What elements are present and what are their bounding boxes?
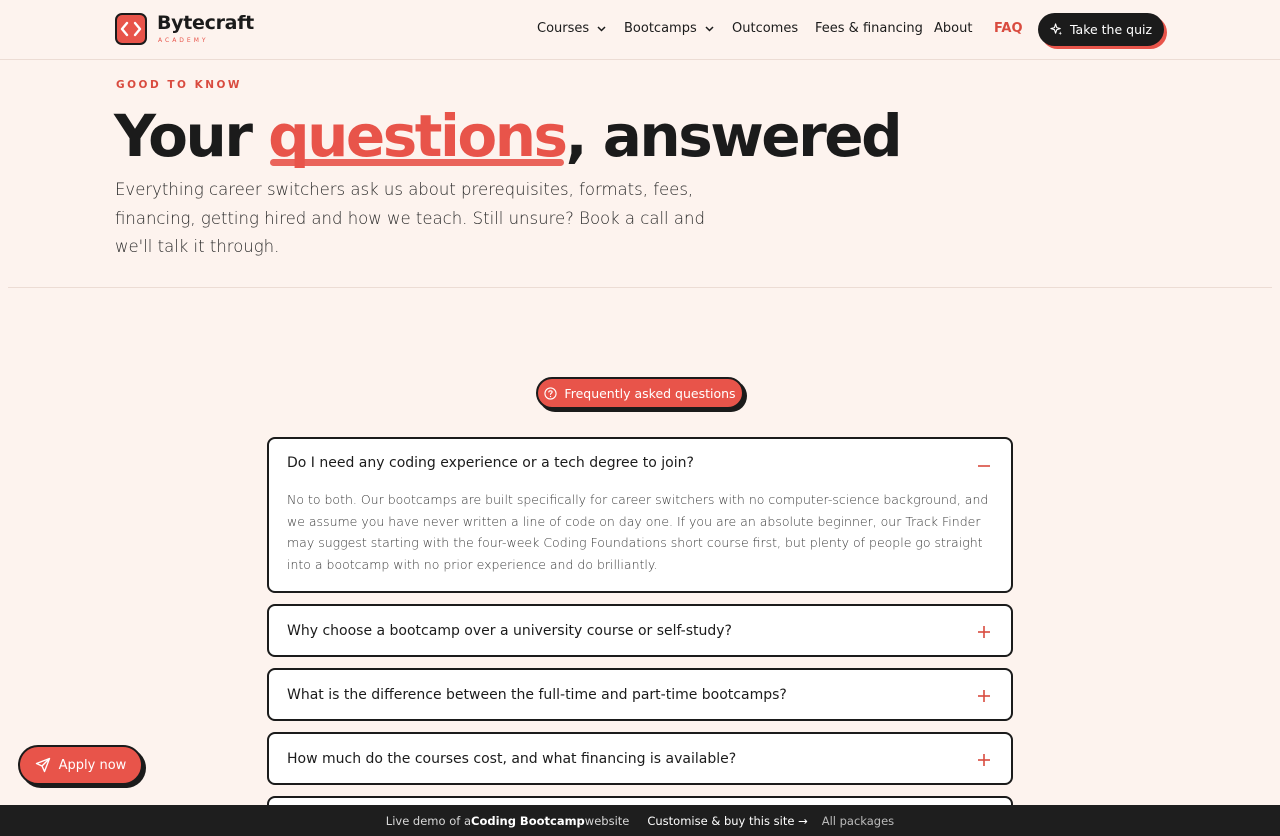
eyebrow-label: GOOD TO KNOW (116, 79, 243, 91)
take-quiz-label: Take the quiz (1069, 22, 1153, 37)
take-quiz-button[interactable]: Take the quiz (1038, 13, 1164, 46)
chevron-down-icon (705, 21, 714, 36)
customise-buy-link[interactable]: Customise & buy this site → (647, 814, 807, 828)
nav-bootcamps[interactable]: Bootcamps (624, 21, 714, 36)
nav-faq-label: FAQ (994, 21, 1023, 36)
faq-badge-label: Frequently asked questions (564, 385, 736, 401)
faq-section-badge: Frequently asked questions (536, 377, 744, 409)
chevron-down-icon (597, 21, 606, 36)
site-header: Bytecraft ACADEMY Courses Bootcamps Outc… (0, 0, 1280, 60)
nav-about-label: About (934, 21, 973, 36)
apply-now-button[interactable]: Apply now (18, 745, 143, 785)
nav-outcomes[interactable]: Outcomes (732, 21, 798, 36)
faq-question[interactable]: What is the difference between the full-… (287, 687, 787, 703)
plus-icon[interactable] (977, 624, 991, 638)
sparkle-icon (1050, 23, 1063, 36)
title-pre: Your (114, 102, 269, 170)
nav-faq[interactable]: FAQ (994, 21, 1023, 36)
nav-fees-financing[interactable]: Fees & financing (815, 21, 923, 36)
faq-item[interactable]: What is the difference between the full-… (267, 668, 1013, 721)
title-accent: questions (268, 102, 568, 170)
brand-logo[interactable]: Bytecraft ACADEMY (115, 13, 254, 45)
demo-prefix: Live demo of a (385, 813, 471, 828)
apply-now-label: Apply now (58, 757, 127, 773)
demo-bar: Live demo of a Coding Bootcamp website C… (0, 805, 1280, 836)
nav-courses-label: Courses (537, 21, 590, 36)
nav-bootcamps-label: Bootcamps (624, 21, 697, 36)
plus-icon[interactable] (977, 752, 991, 766)
question-circle-icon (544, 386, 558, 400)
brand-subtitle: ACADEMY (158, 37, 209, 44)
faq-item-expanded: Do I need any coding experience or a tec… (267, 437, 1013, 593)
minus-icon[interactable] (977, 458, 991, 472)
title-post: , answered (565, 102, 903, 170)
send-icon (35, 757, 50, 773)
section-divider (8, 287, 1272, 288)
hero-description: Everything career switchers ask us about… (115, 180, 705, 256)
all-packages-link[interactable]: All packages (822, 814, 894, 828)
faq-question[interactable]: How much do the courses cost, and what f… (287, 751, 736, 767)
faq-item[interactable]: Why choose a bootcamp over a university … (267, 604, 1013, 657)
demo-suffix: website (584, 813, 630, 828)
faq-question[interactable]: Do I need any coding experience or a tec… (287, 455, 694, 471)
brand-name: Bytecraft (157, 12, 254, 34)
faq-item[interactable]: How much do the courses cost, and what f… (267, 732, 1013, 785)
nav-fees-label: Fees & financing (815, 21, 923, 36)
nav-about[interactable]: About (934, 21, 972, 36)
faq-question[interactable]: Why choose a bootcamp over a university … (287, 623, 732, 639)
page-title: Your questions, answered (114, 98, 903, 174)
faq-answer: No to both. Our bootcamps are built spec… (287, 492, 989, 572)
plus-icon[interactable] (977, 688, 991, 702)
nav-courses[interactable]: Courses (537, 21, 606, 36)
demo-site-name: Coding Bootcamp (471, 813, 585, 828)
nav-outcomes-label: Outcomes (732, 21, 799, 36)
code-brackets-icon (115, 13, 147, 45)
